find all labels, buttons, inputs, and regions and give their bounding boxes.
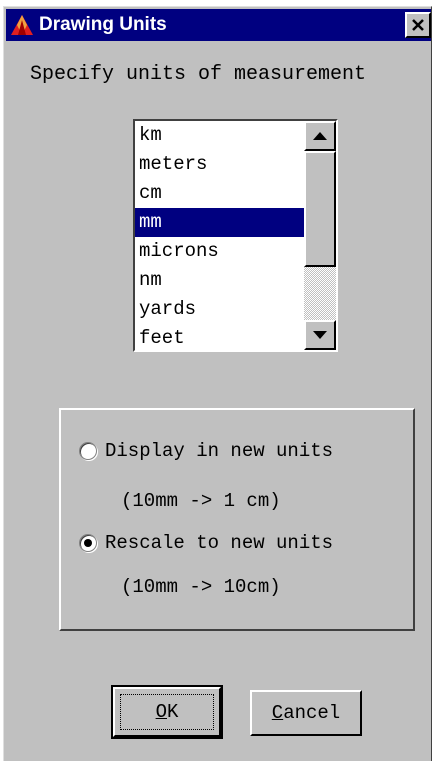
unit-list-item[interactable]: cm bbox=[135, 179, 304, 208]
radio-label: Display in new units bbox=[105, 440, 334, 462]
scroll-down-button[interactable] bbox=[304, 320, 336, 350]
ok-button[interactable]: OK bbox=[111, 685, 223, 739]
drawing-units-dialog: Drawing Units Specify units of measureme… bbox=[3, 6, 432, 761]
units-listbox[interactable]: km meters cm mm microns nm yards feet bbox=[133, 119, 338, 352]
window-title: Drawing Units bbox=[39, 14, 167, 35]
arrow-up-icon bbox=[313, 132, 327, 140]
close-icon bbox=[412, 19, 424, 31]
app-logo-icon bbox=[11, 15, 33, 35]
listbox-scrollbar[interactable] bbox=[304, 121, 336, 350]
display-example-note: (10mm -> 1 cm) bbox=[121, 490, 281, 512]
unit-list-item[interactable]: microns bbox=[135, 237, 304, 266]
radio-display-in-new-units[interactable]: Display in new units bbox=[79, 440, 333, 462]
cancel-label-rest: ancel bbox=[283, 702, 341, 724]
radio-button[interactable] bbox=[79, 534, 97, 552]
conversion-mode-group: Display in new units (10mm -> 1 cm) Resc… bbox=[59, 408, 415, 631]
cancel-accelerator: C bbox=[271, 702, 284, 724]
arrow-down-icon bbox=[313, 331, 327, 339]
focus-rect bbox=[120, 694, 214, 730]
radio-label: Rescale to new units bbox=[105, 532, 334, 554]
scroll-thumb[interactable] bbox=[304, 151, 336, 267]
scroll-up-button[interactable] bbox=[304, 121, 336, 151]
unit-list-item[interactable]: nm bbox=[135, 266, 304, 295]
rescale-example-note: (10mm -> 10cm) bbox=[121, 576, 281, 598]
cancel-button[interactable]: Cancel bbox=[250, 690, 362, 736]
title-bar[interactable]: Drawing Units bbox=[6, 9, 431, 41]
unit-list-item[interactable]: yards bbox=[135, 295, 304, 324]
unit-list-item[interactable]: meters bbox=[135, 150, 304, 179]
units-list[interactable]: km meters cm mm microns nm yards feet bbox=[135, 121, 304, 350]
unit-list-item[interactable]: feet bbox=[135, 324, 304, 350]
unit-list-item[interactable]: km bbox=[135, 121, 304, 150]
radio-button[interactable] bbox=[79, 442, 97, 460]
radio-dot bbox=[84, 539, 92, 547]
instruction-label: Specify units of measurement bbox=[30, 63, 367, 86]
unit-list-item[interactable]: mm bbox=[135, 208, 304, 237]
close-button[interactable] bbox=[405, 12, 431, 38]
radio-rescale-to-new-units[interactable]: Rescale to new units bbox=[79, 532, 333, 554]
